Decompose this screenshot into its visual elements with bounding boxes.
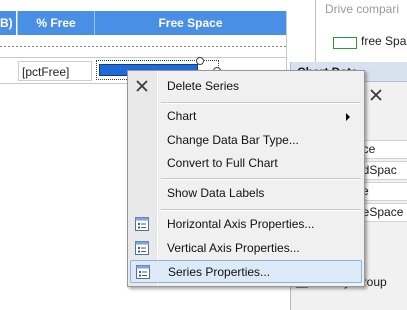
menu-item-label: Change Data Bar Type... [167, 133, 299, 147]
menu-separator [161, 102, 361, 104]
chart-frame-line [315, 0, 316, 62]
menu-item-chart[interactable]: Chart [130, 105, 362, 128]
properties-icon [136, 265, 150, 279]
delete-x-icon [135, 79, 149, 93]
table-gridline [0, 57, 286, 58]
menu-item-label: Series Properties... [168, 265, 271, 279]
dashed-separator-row [0, 35, 286, 57]
menu-item-label: Delete Series [167, 79, 240, 93]
menu-item-label: Chart [167, 109, 197, 123]
menu-item-change-data-bar-type[interactable]: Change Data Bar Type... [130, 129, 362, 152]
context-menu: Delete Series Chart Change Data Bar Type… [127, 70, 365, 287]
menu-item-vertical-axis-properties[interactable]: Vertical Axis Properties... [130, 237, 362, 260]
menu-item-convert-to-full-chart[interactable]: Convert to Full Chart [130, 152, 362, 175]
menu-item-label: Show Data Labels [167, 186, 265, 200]
legend-swatch [333, 37, 357, 49]
menu-item-label: Convert to Full Chart [167, 156, 278, 170]
menu-item-show-data-labels[interactable]: Show Data Labels [130, 182, 362, 205]
resize-handle[interactable] [196, 57, 204, 65]
column-header-pct-free: % Free [17, 11, 94, 35]
properties-icon [135, 217, 149, 231]
close-icon[interactable] [369, 86, 383, 107]
menu-item-label: Horizontal Axis Properties... [167, 217, 315, 231]
properties-icon [135, 241, 149, 255]
column-header-prev: B) [0, 11, 16, 35]
column-header-free-space: Free Space [94, 11, 286, 35]
menu-separator [161, 209, 361, 211]
pct-free-cell[interactable]: [pctFree] [18, 61, 92, 81]
legend-label: free Spa [361, 34, 407, 48]
menu-separator [161, 178, 361, 180]
menu-item-delete-series[interactable]: Delete Series [130, 75, 362, 98]
menu-item-horizontal-axis-properties[interactable]: Horizontal Axis Properties... [130, 213, 362, 236]
chart-title: Drive compari [325, 2, 400, 16]
menu-item-series-properties[interactable]: Series Properties... [130, 260, 362, 283]
submenu-arrow-icon [346, 113, 350, 121]
menu-item-label: Vertical Axis Properties... [167, 241, 300, 255]
